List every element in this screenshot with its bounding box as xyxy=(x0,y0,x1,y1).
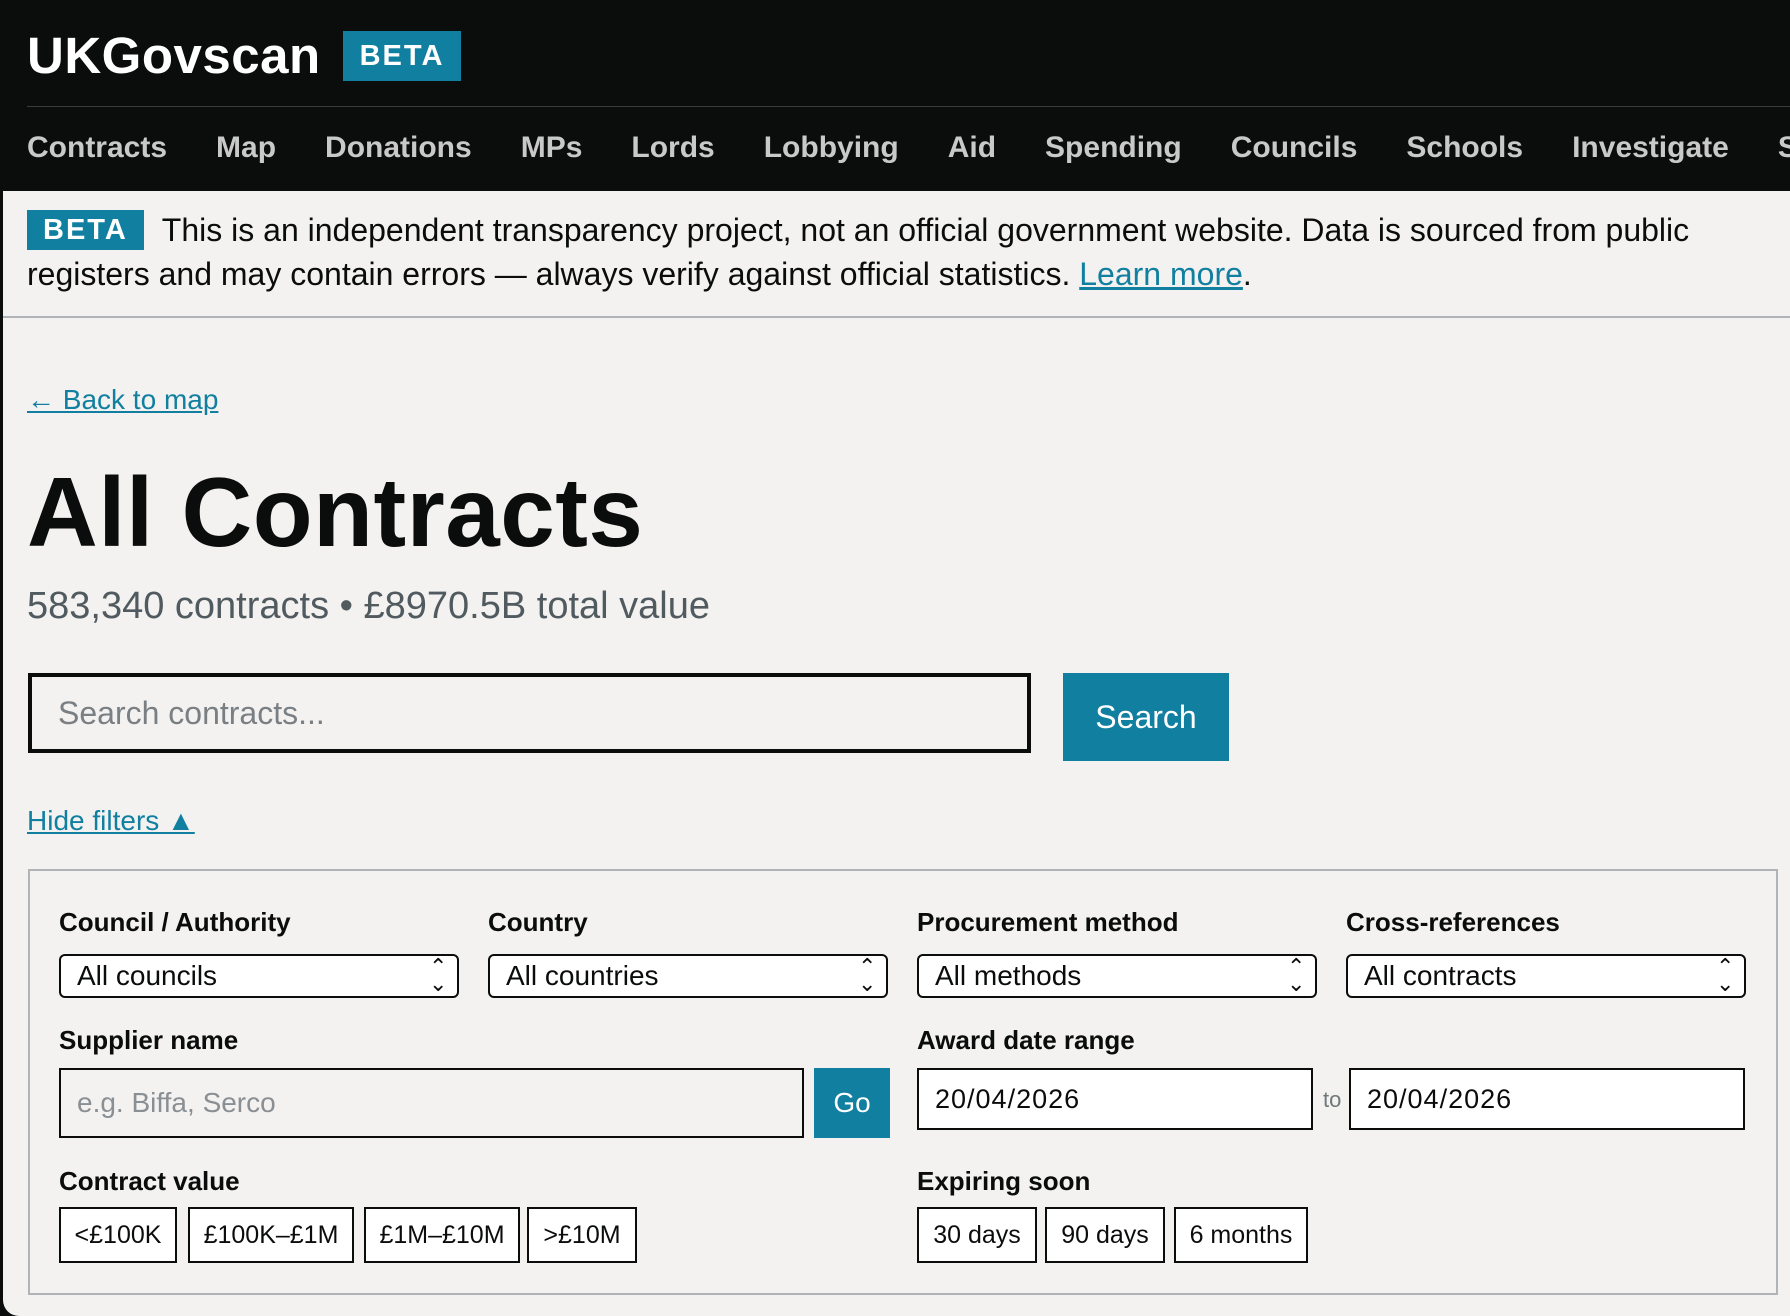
nav-mps[interactable]: MPs xyxy=(521,131,583,165)
banner-end: . xyxy=(1242,256,1252,292)
country-select-value: All countries xyxy=(506,960,659,991)
search-input[interactable] xyxy=(28,673,1031,753)
crossref-select[interactable]: All contracts ⌃ ⌄ xyxy=(1346,954,1746,998)
nav-schools[interactable]: Schools xyxy=(1406,131,1523,165)
page-window: UKGovscan BETA Contracts Map Donations M… xyxy=(3,0,1790,1316)
page-title: All Contracts xyxy=(27,457,644,567)
award-date-to[interactable]: 20/04/2026 xyxy=(1349,1068,1745,1130)
contract-value-label: Contract value xyxy=(59,1166,240,1196)
beta-badge: BETA xyxy=(342,30,462,81)
crossref-label: Cross-references xyxy=(1346,907,1560,937)
nav-search[interactable]: Search xyxy=(1778,131,1790,165)
value-chip-over-10m[interactable]: >£10M xyxy=(527,1207,637,1263)
council-select-value: All councils xyxy=(77,960,218,991)
supplier-input[interactable] xyxy=(59,1068,804,1138)
award-date-from[interactable]: 20/04/2026 xyxy=(917,1068,1313,1130)
date-range-to-label: to xyxy=(1323,1087,1342,1112)
procurement-select-value: All methods xyxy=(935,960,1082,991)
select-chevron-icon: ⌃ ⌄ xyxy=(858,954,877,996)
nav-lords[interactable]: Lords xyxy=(631,131,714,165)
banner-beta-tag: BETA xyxy=(27,210,144,250)
filters-panel: Council / Authority All councils ⌃ ⌄ Coun… xyxy=(28,869,1778,1295)
nav-map[interactable]: Map xyxy=(216,131,276,165)
council-select[interactable]: All councils ⌃ ⌄ xyxy=(59,954,459,998)
browser-frame: UKGovscan BETA Contracts Map Donations M… xyxy=(0,0,1790,1316)
site-logo[interactable]: UKGovscan xyxy=(27,26,321,85)
nav-donations[interactable]: Donations xyxy=(325,131,472,165)
crossref-select-value: All contracts xyxy=(1364,960,1517,991)
expiring-chip-30-days[interactable]: 30 days xyxy=(917,1207,1037,1263)
expiring-chip-6-months[interactable]: 6 months xyxy=(1174,1207,1308,1263)
council-label: Council / Authority xyxy=(59,907,291,937)
banner-text: This is an independent transparency proj… xyxy=(27,212,1690,292)
expiring-chip-90-days[interactable]: 90 days xyxy=(1045,1207,1165,1263)
back-to-map-link[interactable]: ← Back to map xyxy=(27,384,218,416)
header-divider xyxy=(27,106,1790,107)
nav-contracts[interactable]: Contracts xyxy=(27,131,167,165)
learn-more-link[interactable]: Learn more xyxy=(1079,256,1243,292)
select-chevron-icon: ⌃ ⌄ xyxy=(1287,954,1306,996)
contracts-summary: 583,340 contracts • £8970.5B total value xyxy=(27,585,710,627)
main-nav: Contracts Map Donations MPs Lords Lobbyi… xyxy=(27,131,1790,165)
nav-lobbying[interactable]: Lobbying xyxy=(764,131,899,165)
nav-spending[interactable]: Spending xyxy=(1045,131,1182,165)
procurement-label: Procurement method xyxy=(917,907,1179,937)
expiring-label: Expiring soon xyxy=(917,1166,1091,1196)
supplier-label: Supplier name xyxy=(59,1025,239,1055)
site-header: UKGovscan BETA Contracts Map Donations M… xyxy=(3,0,1790,191)
value-chip-under-100k[interactable]: <£100K xyxy=(59,1207,177,1263)
nav-aid[interactable]: Aid xyxy=(948,131,996,165)
nav-councils[interactable]: Councils xyxy=(1231,131,1358,165)
brand: UKGovscan BETA xyxy=(27,26,462,85)
country-label: Country xyxy=(488,907,588,937)
search-button[interactable]: Search xyxy=(1063,673,1229,761)
supplier-go-button[interactable]: Go xyxy=(814,1068,890,1138)
award-date-label: Award date range xyxy=(917,1025,1135,1055)
value-chip-1m-10m[interactable]: £1M–£10M xyxy=(364,1207,520,1263)
hide-filters-link[interactable]: Hide filters ▲ xyxy=(27,805,195,837)
select-chevron-icon: ⌃ ⌄ xyxy=(1716,954,1735,996)
banner-divider xyxy=(3,316,1790,318)
procurement-select[interactable]: All methods ⌃ ⌄ xyxy=(917,954,1317,998)
country-select[interactable]: All countries ⌃ ⌄ xyxy=(488,954,888,998)
nav-investigate[interactable]: Investigate xyxy=(1572,131,1729,165)
beta-banner: BETA This is an independent transparency … xyxy=(27,208,1770,296)
value-chip-100k-1m[interactable]: £100K–£1M xyxy=(188,1207,354,1263)
select-chevron-icon: ⌃ ⌄ xyxy=(429,954,448,996)
